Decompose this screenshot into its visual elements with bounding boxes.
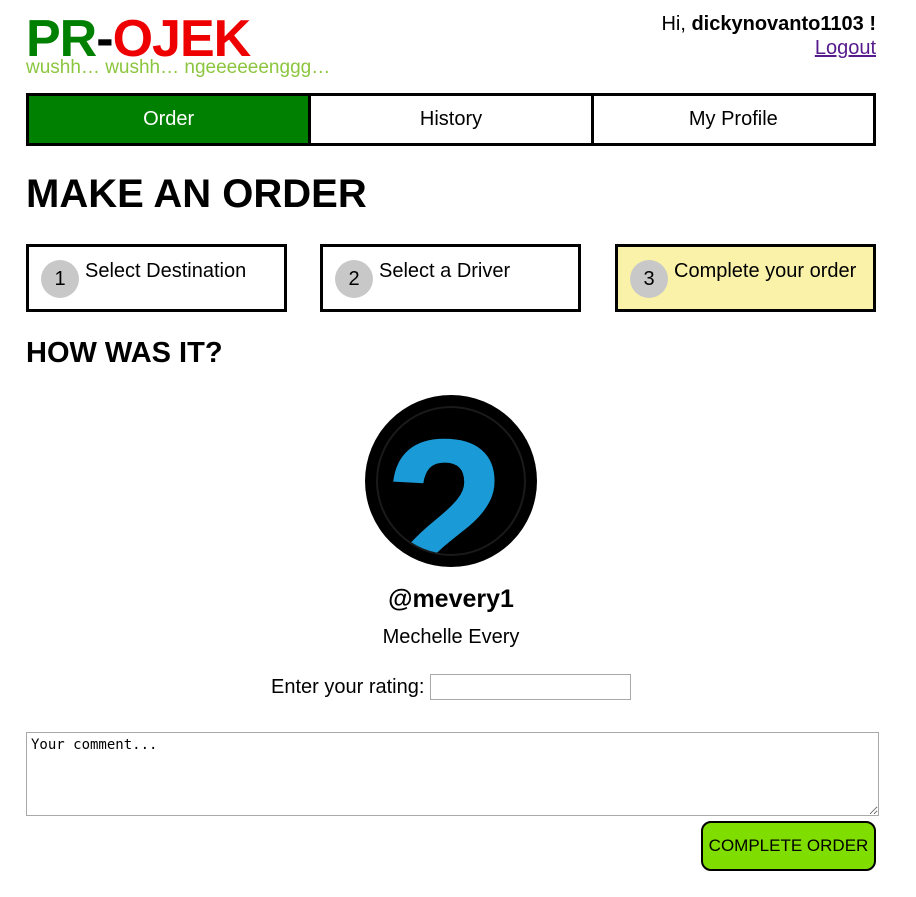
driver-username: @mevery1 [388,585,514,613]
greeting-line: Hi, dickynovanto1103 ! [661,12,876,36]
user-box: Hi, dickynovanto1103 ! Logout [661,12,876,60]
step-complete-order-current: 3 Complete your order [615,244,876,312]
tab-order[interactable]: Order [29,96,309,143]
section-title: HOW WAS IT? [26,337,223,369]
page: PR-OJEK wushh… wushh… ngeeeeeenggg… Hi, … [0,0,916,897]
logout-link[interactable]: Logout [815,37,876,59]
main-nav: Order History My Profile [26,93,876,146]
step-select-driver: 2 Select a Driver [320,244,581,312]
step-label: Select a Driver [379,260,511,282]
rating-row: Enter your rating: [271,674,632,700]
complete-order-button[interactable]: COMPLETE ORDER [701,821,876,871]
tab-my-profile[interactable]: My Profile [590,96,873,143]
greeting-exclaim: ! [863,13,876,35]
step-select-destination: 1 Select Destination [26,244,287,312]
tagline: wushh… wushh… ngeeeeeenggg… [26,57,331,78]
rating-label: Enter your rating: [271,675,425,698]
step-number-badge: 2 [335,260,373,298]
username-text: dickynovanto1103 [691,13,864,35]
step-label: Select Destination [85,260,247,282]
comment-textarea[interactable] [26,732,879,816]
step-label: Complete your order [674,260,857,282]
driver-avatar: 2 [365,395,537,567]
step-number-badge: 3 [630,260,668,298]
tab-history[interactable]: History [308,96,591,143]
rating-input[interactable] [430,674,632,700]
driver-full-name: Mechelle Every [382,626,520,648]
greeting-text: Hi, [661,13,686,35]
page-title: MAKE AN ORDER [26,172,367,216]
step-number-badge: 1 [41,260,79,298]
